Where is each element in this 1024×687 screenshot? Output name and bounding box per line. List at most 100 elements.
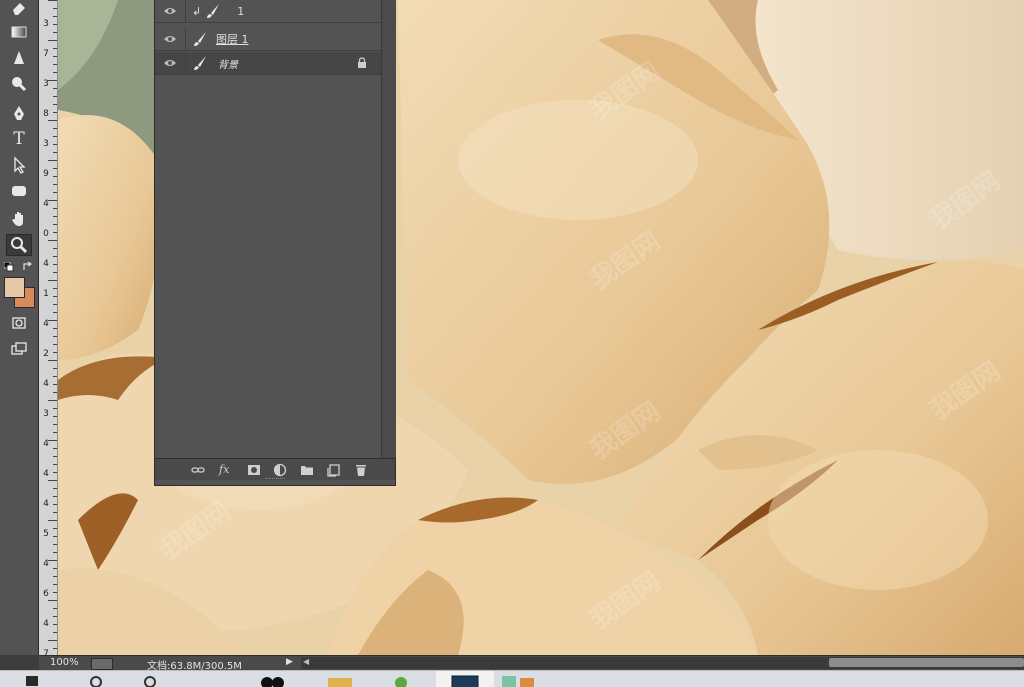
magnifier-icon: [11, 237, 28, 254]
ruler-tick: [53, 632, 57, 633]
layer-style-button[interactable]: fx: [219, 462, 229, 477]
ruler-tick: [53, 208, 57, 209]
eraser-tool[interactable]: [6, 0, 32, 18]
ruler-tick: [48, 360, 57, 361]
layer-visibility-toggle[interactable]: [155, 0, 186, 22]
shape-tool[interactable]: [6, 180, 32, 202]
layers-scrollbar[interactable]: [381, 0, 396, 458]
foreground-color-swatch[interactable]: [4, 277, 25, 298]
link-layers-button[interactable]: [191, 462, 205, 477]
rounded-rect-icon: [12, 186, 26, 196]
pen-tool[interactable]: [6, 102, 32, 124]
ruler-tick: [53, 544, 57, 545]
ruler-tick: [53, 288, 57, 289]
taskbar-app-icon[interactable]: [24, 674, 40, 687]
ruler-tick: [53, 344, 57, 345]
drop-icon: [14, 51, 24, 64]
ruler-label: 4: [43, 199, 49, 209]
gradient-tool[interactable]: [6, 21, 32, 43]
horizontal-scrollbar[interactable]: ◀: [301, 657, 1024, 669]
ruler-tick: [53, 464, 57, 465]
delete-layer-button[interactable]: [354, 462, 368, 477]
layer-visibility-toggle[interactable]: [155, 52, 186, 74]
ruler-tick: [53, 48, 57, 49]
eye-icon: [164, 60, 176, 66]
taskbar-app-icon[interactable]: [498, 674, 538, 687]
os-taskbar: [0, 670, 1024, 687]
taskbar-app-icon[interactable]: [88, 674, 104, 687]
ruler-tick: [53, 152, 57, 153]
ruler-tick: [48, 240, 57, 241]
ruler-tick: [53, 176, 57, 177]
layer-row-layer1[interactable]: 图层 1: [155, 28, 381, 51]
layers-panel: ↲ 1 图层 1 背景 fx: [154, 0, 396, 486]
new-group-button[interactable]: [300, 462, 314, 477]
screen-mode-button[interactable]: [6, 338, 32, 360]
ruler-tick: [48, 40, 57, 41]
ruler-tick: [48, 600, 57, 601]
layer-row-background[interactable]: 背景: [155, 52, 381, 75]
quick-mask-button[interactable]: [6, 312, 32, 334]
swap-colors-button[interactable]: [22, 261, 33, 272]
taskbar-app-icon[interactable]: [258, 674, 288, 687]
zoom-tool[interactable]: [6, 234, 32, 256]
ruler-label: 7: [43, 49, 49, 59]
ruler-tick: [48, 480, 57, 481]
path-selection-tool[interactable]: [6, 154, 32, 176]
ruler-label: 3: [43, 19, 49, 29]
status-doc-icon[interactable]: [91, 658, 113, 670]
ruler-tick: [53, 224, 57, 225]
ruler-tick: [53, 608, 57, 609]
quick-mask-icon: [12, 317, 26, 329]
ruler-tick: [53, 32, 57, 33]
horizontal-scroll-thumb[interactable]: [829, 658, 1024, 667]
ruler-tick: [53, 16, 57, 17]
add-mask-button[interactable]: [247, 462, 261, 477]
layer-visibility-toggle[interactable]: [155, 28, 186, 50]
ruler-tick: [53, 448, 57, 449]
ruler-tick: [53, 504, 57, 505]
ruler-tick: [48, 160, 57, 161]
layer-row-1[interactable]: ↲ 1: [155, 0, 381, 23]
ruler-label: 4: [43, 469, 49, 479]
type-tool[interactable]: T: [6, 128, 32, 150]
new-layer-button[interactable]: [327, 462, 341, 477]
vertical-ruler[interactable]: 3738394041424344454647: [39, 0, 58, 655]
brush-icon: [194, 56, 206, 70]
ruler-tick: [53, 352, 57, 353]
folder-icon: [301, 465, 313, 475]
ruler-tick: [48, 320, 57, 321]
taskbar-photoshop-icon[interactable]: [450, 674, 480, 687]
ruler-tick: [53, 472, 57, 473]
scroll-left-arrow-icon[interactable]: ◀: [303, 657, 309, 666]
taskbar-app-icon[interactable]: [142, 674, 158, 687]
default-colors-button[interactable]: [3, 261, 14, 272]
taskbar-folder-icon[interactable]: [326, 674, 354, 687]
ruler-tick: [48, 280, 57, 281]
panel-resize-grip[interactable]: [265, 478, 285, 482]
status-menu-arrow-icon[interactable]: ▶: [286, 657, 293, 667]
layer-name[interactable]: 背景: [218, 56, 238, 71]
zoom-level[interactable]: 100%: [50, 657, 79, 668]
ruler-tick: [53, 8, 57, 9]
ruler-tick: [53, 88, 57, 89]
ruler-tick: [53, 144, 57, 145]
ruler-tick: [53, 432, 57, 433]
ruler-tick: [53, 216, 57, 217]
blur-tool[interactable]: [6, 47, 32, 69]
dodge-tool[interactable]: [6, 73, 32, 95]
ruler-label: 3: [43, 409, 49, 419]
layer-name[interactable]: 图层 1: [216, 31, 249, 47]
ruler-tick: [53, 552, 57, 553]
brush-icon: [207, 4, 220, 18]
ruler-tick: [53, 96, 57, 97]
adjustment-layer-button[interactable]: [273, 462, 287, 477]
mask-icon: [248, 464, 260, 475]
hand-tool[interactable]: [6, 208, 32, 230]
ruler-tick: [53, 136, 57, 137]
screen-mode-icon: [11, 342, 27, 355]
dodge-icon: [12, 77, 27, 92]
layer-name[interactable]: 1: [237, 5, 244, 18]
ruler-tick: [48, 0, 57, 1]
taskbar-browser-icon[interactable]: [390, 674, 412, 687]
